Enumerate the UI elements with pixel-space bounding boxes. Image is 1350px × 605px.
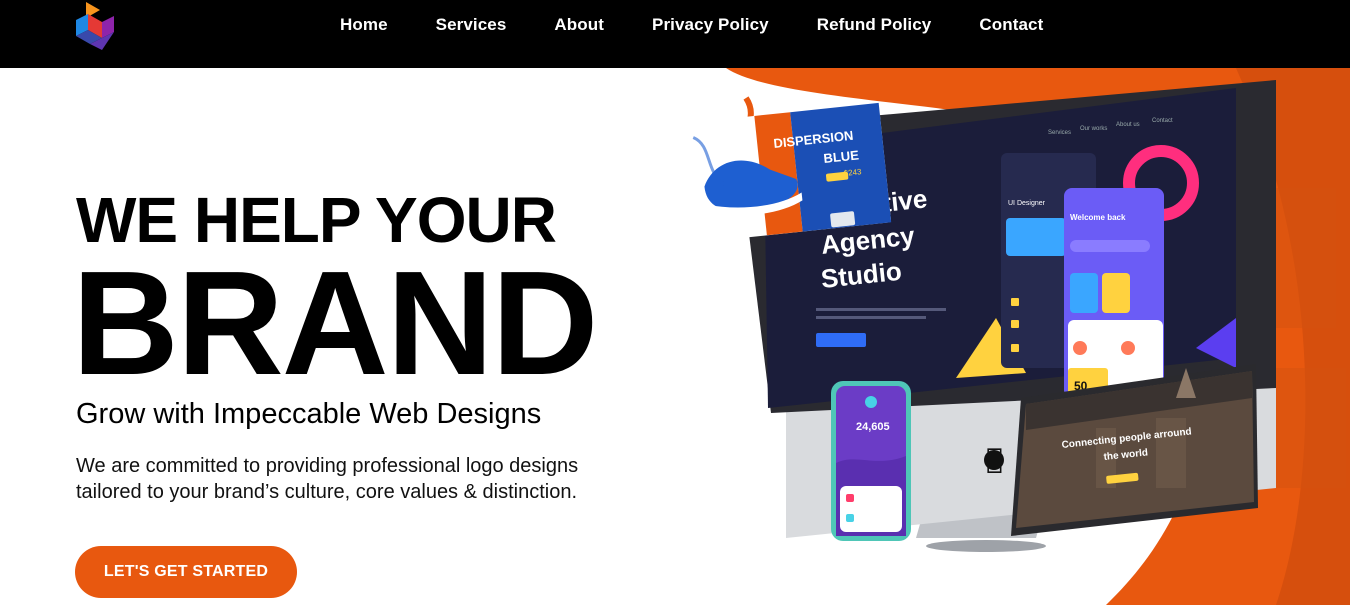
- screen-nav-2: Our works: [1080, 126, 1107, 132]
- nav-services-link[interactable]: Services: [436, 15, 507, 35]
- main-menu: Home Services About Privacy Policy Refun…: [316, 0, 1067, 50]
- nav-privacy-policy-link[interactable]: Privacy Policy: [652, 15, 769, 35]
- hero-description: We are committed to providing profession…: [76, 455, 579, 503]
- brand-logo-icon[interactable]: [74, 0, 118, 52]
- screen-nav-1: Services: [1048, 130, 1071, 136]
- shoe-card-price: $243: [843, 167, 862, 178]
- phone-value: 24,605: [856, 421, 890, 433]
- nav-about-link[interactable]: About: [554, 15, 604, 35]
- screen-nav-3: About us: [1116, 122, 1140, 128]
- get-started-button[interactable]: LET'S GET STARTED: [75, 546, 297, 598]
- hero-heading-brand: BRAND: [72, 241, 598, 406]
- hero-device-mockup-illustration:  Services Our works About us Contact Cr…: [689, 68, 1350, 605]
- hero-section: WE HELP YOUR BRAND Grow with Impeccable …: [0, 68, 1350, 605]
- screen-nav-4: Contact: [1152, 118, 1173, 124]
- app-designer-label: UI Designer: [1008, 200, 1046, 207]
- nav-home-link[interactable]: Home: [340, 15, 388, 35]
- nav-contact-link[interactable]: Contact: [979, 15, 1043, 35]
- app-welcome-text: Welcome back: [1070, 213, 1126, 222]
- hero-subtitle: Grow with Impeccable Web Designs: [76, 398, 542, 430]
- nav-refund-policy-link[interactable]: Refund Policy: [817, 15, 932, 35]
- top-navbar: Home Services About Privacy Policy Refun…: [0, 0, 1350, 68]
